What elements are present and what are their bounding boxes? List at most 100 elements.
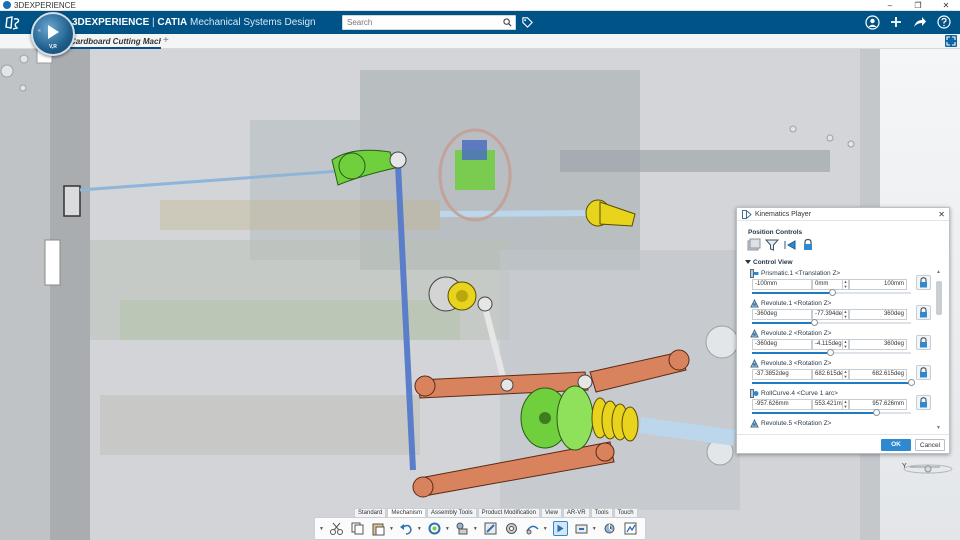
joint-min-field[interactable]: -360deg [752,309,812,320]
joint-slider[interactable] [752,409,911,416]
roll-curve-joint-icon [750,388,759,398]
joint-value-field[interactable]: 682.615deg [812,369,842,380]
joint-value-field[interactable]: -4.115deg [812,339,842,350]
joint-min-field[interactable]: -100mm [752,279,812,290]
copy-icon[interactable] [350,521,365,536]
update-icon[interactable] [427,521,442,536]
close-window-button[interactable]: ✕ [932,0,960,11]
scrollbar-thumb[interactable] [936,281,942,315]
slider-handle[interactable] [828,289,836,296]
lock-icon[interactable] [916,335,931,350]
scroll-down-icon[interactable]: ▼ [936,425,941,431]
top-right-tools [864,14,952,30]
filter-icon[interactable] [764,238,780,252]
joint-slider[interactable] [752,289,911,296]
analysis-icon[interactable] [623,521,638,536]
joint-spinner[interactable]: ▲ ▼ [842,279,849,290]
close-icon[interactable]: ✕ [938,208,945,221]
joint-max-field[interactable]: 360deg [849,309,907,320]
brand-app: CATIA [157,17,188,28]
update-dropdown-icon[interactable]: ▼ [445,526,450,532]
kinematics-player-icon [742,209,752,219]
joint-icon[interactable] [483,521,498,536]
joint-spinner[interactable]: ▲ ▼ [842,399,849,410]
maximize-button[interactable]: ❐ [904,0,932,11]
joint-slider[interactable] [752,379,915,386]
cut-icon[interactable] [329,521,344,536]
joint-spinner[interactable]: ▲ ▼ [842,339,849,350]
undo-icon[interactable] [399,521,414,536]
lock-icon[interactable] [916,305,931,320]
joint-max-field[interactable]: 360deg [849,339,907,350]
tab-ar-vr[interactable]: AR-VR [562,508,590,517]
os-title-bar: 3DEXPERIENCE – ❐ ✕ [0,0,960,11]
cancel-button[interactable]: Cancel [915,439,945,451]
search-input[interactable] [343,16,493,29]
lock-icon[interactable] [916,395,931,410]
minimize-button[interactable]: – [876,0,904,11]
fullscreen-icon[interactable] [945,35,957,47]
ds-logo-icon[interactable] [0,11,26,34]
search-icon[interactable] [503,18,512,27]
help-icon[interactable] [936,14,952,30]
tab-product-modification[interactable]: Product Modification [477,508,540,517]
tab-cardboard-cutting-machine[interactable]: Cardboard Cutting Machine [70,34,161,49]
joint-spinner[interactable]: ▲ ▼ [842,369,849,380]
reset-position-button[interactable] [747,238,761,252]
kinematics-player-button-icon[interactable] [552,521,568,536]
toolbar-expand-icon[interactable]: ▼ [319,526,324,532]
paste-dropdown-icon[interactable]: ▼ [389,526,394,532]
joint-max-field[interactable]: 682.615deg [849,369,907,380]
mechanism-dropdown-icon[interactable]: ▼ [473,526,478,532]
joint-min-field[interactable]: -957.626mm [752,399,812,410]
joint-max-field[interactable]: 100mm [849,279,907,290]
sensor-icon[interactable] [602,521,617,536]
joint-spinner[interactable]: ▲ ▼ [842,309,849,320]
compass-play-icon[interactable] [48,25,59,39]
axis-triad[interactable]: Y [900,455,960,485]
undo-dropdown-icon[interactable]: ▼ [417,526,422,532]
control-view-label[interactable]: Control View [745,259,793,266]
joint-value-field[interactable]: 553.421mm [812,399,842,410]
joint-revolute-2: Revolute.2 <Rotation Z> -360deg -4.115de… [750,328,938,358]
slider-handle[interactable] [908,379,915,386]
rewind-icon[interactable] [783,238,797,252]
simulation-icon[interactable] [574,521,589,536]
tab-assembly-tools[interactable]: Assembly Tools [427,508,477,517]
joint-list-scrollbar[interactable]: ▲ ▼ [936,269,942,431]
search-box[interactable] [342,15,516,30]
joint-min-field[interactable]: -360deg [752,339,812,350]
revolute-joint-icon [750,358,759,367]
joint-slider[interactable] [752,349,911,356]
tag-icon[interactable] [521,16,534,29]
lock-all-icon[interactable] [801,238,815,252]
share-icon[interactable] [912,14,928,30]
simulation-dropdown-icon[interactable]: ▼ [592,526,597,532]
gear-joint-icon[interactable] [504,521,519,536]
joint-value-field[interactable]: -77.394deg [812,309,842,320]
lock-icon[interactable] [916,275,931,290]
compass-widget[interactable]: « V,R [31,12,75,56]
add-icon[interactable] [888,14,904,30]
tab-standard[interactable]: Standard [354,508,387,517]
slider-handle[interactable] [873,409,881,416]
joints-dropdown-icon[interactable]: ▼ [543,526,548,532]
joint-slider[interactable] [752,319,911,326]
cable-joint-icon[interactable] [525,521,540,536]
add-tab-button[interactable]: + [163,34,169,48]
joint-min-field[interactable]: -37.3852deg [752,369,812,380]
app-top-bar: 3DEXPERIENCE | CATIA Mechanical Systems … [0,11,960,34]
mechanism-icon[interactable] [455,521,470,536]
scroll-up-icon[interactable]: ▲ [936,269,941,275]
joint-value-field[interactable]: 0mm [812,279,842,290]
ok-button[interactable]: OK [881,439,911,451]
tab-tools[interactable]: Tools [590,508,613,517]
tab-view[interactable]: View [541,508,562,517]
user-icon[interactable] [864,14,880,30]
paste-icon[interactable] [371,521,386,536]
tab-touch[interactable]: Touch [613,508,638,517]
lock-icon[interactable] [916,365,931,380]
slider-handle[interactable] [826,349,834,356]
tab-mechanism[interactable]: Mechanism [387,508,427,517]
slider-handle[interactable] [811,319,818,326]
